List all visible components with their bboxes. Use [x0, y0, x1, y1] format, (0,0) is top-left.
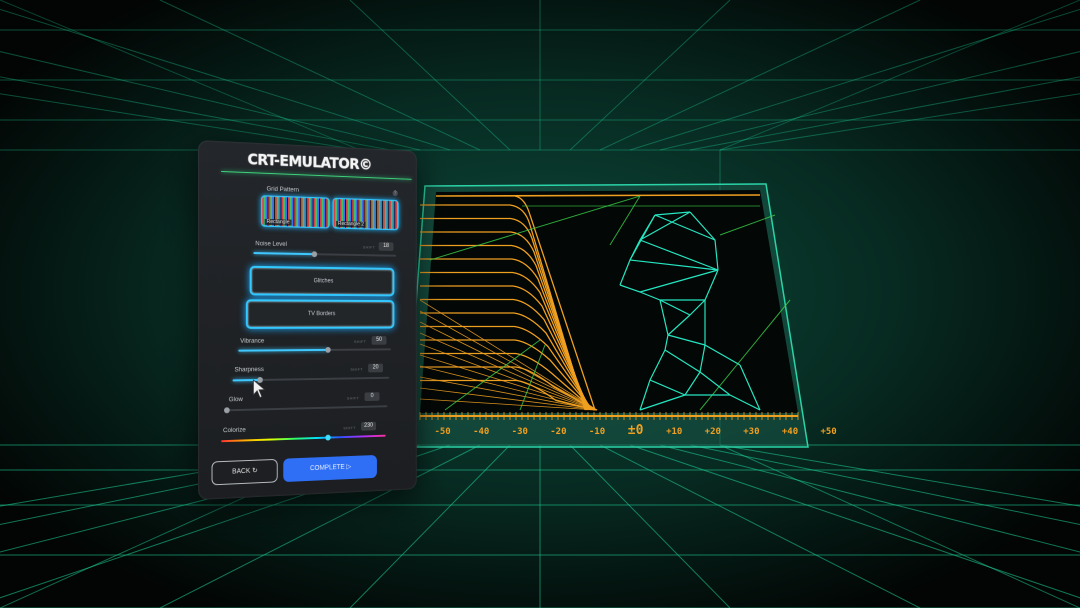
grid-option-rectangle[interactable]: Rectangle — [261, 195, 330, 228]
mouse-cursor-icon — [252, 379, 265, 399]
scale-tick-label: ±0 — [628, 423, 644, 438]
grid-option-label: Rectangle — [265, 219, 292, 226]
slider-knob[interactable] — [224, 407, 230, 413]
sharpness-label: Sharpness — [234, 366, 263, 373]
colorize-slider[interactable] — [221, 435, 386, 443]
scale-tick-label: +20 — [705, 427, 721, 437]
scale-tick-label: -10 — [589, 427, 605, 437]
noise-level-slider[interactable] — [253, 252, 396, 257]
colorize-value[interactable]: 230 — [361, 422, 376, 431]
scale-tick-label: -40 — [473, 427, 489, 437]
glow-slider[interactable] — [227, 405, 388, 411]
slider-knob[interactable] — [326, 347, 331, 353]
vibrance-slider[interactable] — [238, 348, 391, 351]
glitches-toggle[interactable]: Glitches — [250, 266, 395, 297]
colorize-label: Colorize — [223, 427, 246, 435]
scale-tick-label: +30 — [743, 427, 759, 437]
noise-shift-hint: SHIFT — [363, 245, 375, 250]
noise-level-label: Noise Level — [255, 240, 287, 248]
scale-tick-label: -20 — [550, 427, 566, 437]
play-icon: ▷ — [346, 464, 351, 471]
glow-label: Glow — [229, 396, 243, 403]
slider-fill — [238, 349, 328, 352]
crt-emulator-panel: CRT-EMULATOR© Grid Pattern ? Rectangle R… — [198, 140, 417, 500]
glow-shift-hint: SHIFT — [347, 395, 359, 400]
crt-screen-surface — [420, 190, 798, 413]
scale-tick-label: +40 — [782, 427, 798, 437]
noise-level-value[interactable]: 18 — [379, 242, 394, 251]
slider-fill — [253, 252, 314, 255]
scale-tick-label: +50 — [820, 427, 836, 437]
back-label: BACK — [232, 468, 250, 476]
scale-tick-label: +10 — [666, 427, 682, 437]
glow-value[interactable]: 0 — [365, 392, 380, 401]
colorize-shift-hint: SHIFT — [343, 425, 356, 430]
scale-tick-label: -50 — [434, 427, 450, 437]
vibrance-shift-hint: SHIFT — [354, 339, 366, 344]
vibrance-label: Vibrance — [240, 338, 264, 345]
help-icon[interactable]: ? — [393, 190, 398, 196]
crt-screen-display: -60-50-40-30-20-10±0+10+20+30+40+50 — [0, 0, 1080, 608]
tv-borders-toggle[interactable]: TV Borders — [246, 299, 394, 329]
slider-knob[interactable] — [312, 251, 317, 257]
vibrance-value[interactable]: 50 — [372, 336, 387, 345]
grid-option-rectangle-2[interactable]: Rectangle 2 — [333, 198, 399, 231]
scale-tick-label: -30 — [512, 427, 528, 437]
grid-pattern-label: Grid Pattern — [267, 186, 299, 194]
slider-knob[interactable] — [325, 435, 330, 441]
complete-button[interactable]: COMPLETE ▷ — [283, 455, 377, 482]
grid-option-label: Rectangle 2 — [336, 221, 366, 228]
sharpness-shift-hint: SHIFT — [350, 367, 362, 372]
sharpness-value[interactable]: 20 — [368, 364, 383, 373]
refresh-icon: ↻ — [252, 468, 258, 475]
back-button[interactable]: BACK ↻ — [212, 459, 278, 486]
complete-label: COMPLETE — [310, 464, 345, 472]
